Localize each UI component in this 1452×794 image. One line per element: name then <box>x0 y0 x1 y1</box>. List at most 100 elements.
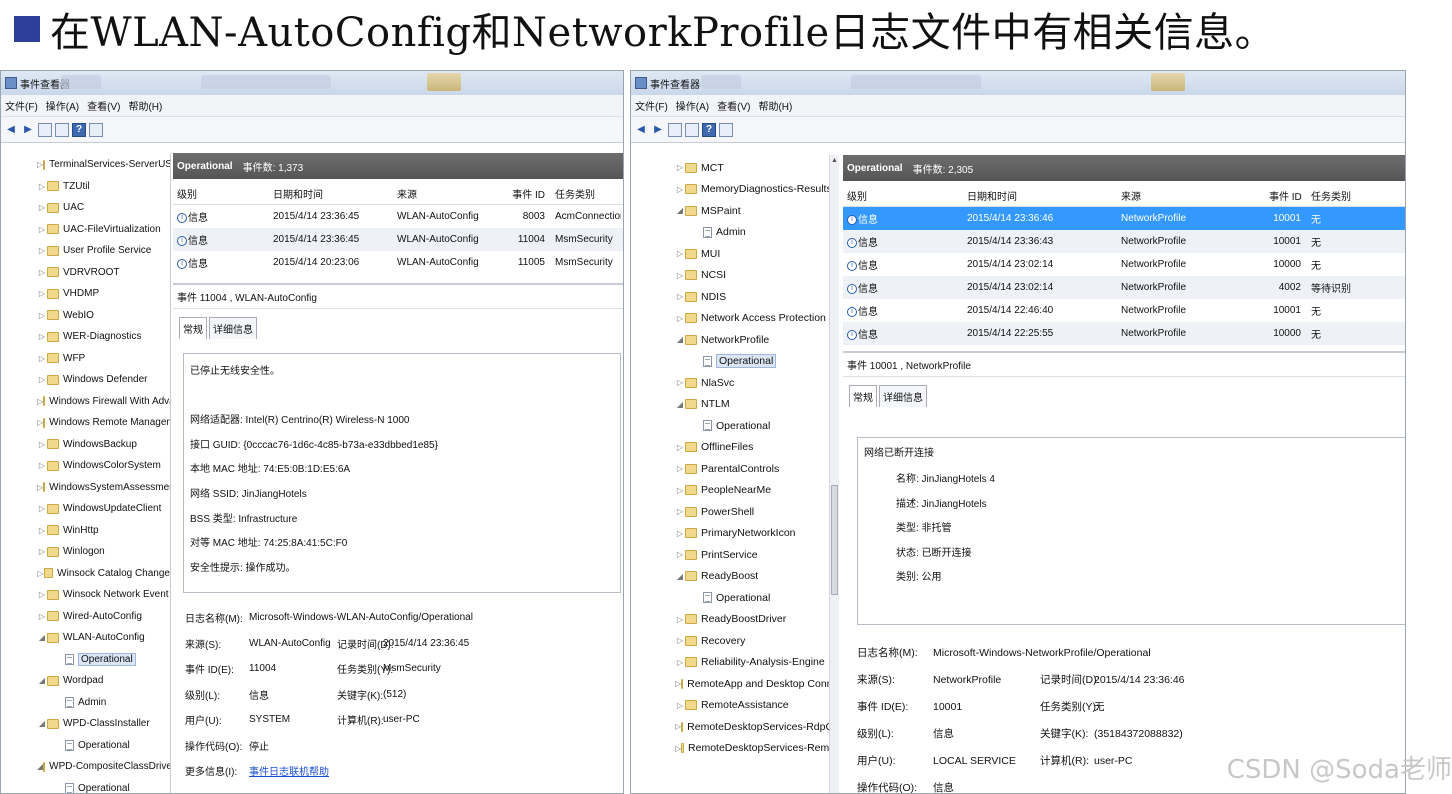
table-row[interactable]: i 信息 2015/4/14 23:36:43 NetworkProfile 10001… <box>843 230 1405 253</box>
column-header[interactable]: 任务类别 <box>551 186 621 201</box>
tree-folder-item[interactable]: ▷ PrintService <box>675 544 838 566</box>
tree-folder-item[interactable]: ◢ Wordpad <box>1 670 170 692</box>
collapsed-caret-icon[interactable]: ▷ <box>37 311 47 320</box>
tree-folder-item[interactable]: ▷ WinHttp <box>1 520 170 542</box>
menu-action[interactable]: 操作(A) <box>46 98 79 113</box>
tree-folder-item[interactable]: ▷ MemoryDiagnostics-Results <box>675 179 838 201</box>
tree-folder-item[interactable]: ▷ WindowsUpdateClient <box>1 498 170 520</box>
table-row[interactable]: i 信息 2015/4/14 23:36:45 WLAN-AutoConfig 8003… <box>173 205 623 228</box>
tree-folder-item[interactable]: ▷ NCSI <box>675 265 838 287</box>
collapsed-caret-icon[interactable]: ▷ <box>675 464 685 473</box>
collapsed-caret-icon[interactable]: ▷ <box>37 203 47 212</box>
tree-folder-item[interactable]: ▷ WindowsColorSystem <box>1 455 170 477</box>
tree-folder-item[interactable]: ▷ RemoteApp and Desktop Conne <box>675 673 838 695</box>
tree-folder-item[interactable]: ▷ WindowsBackup <box>1 434 170 456</box>
tree-log-item[interactable]: Operational <box>1 649 170 671</box>
tab-details[interactable]: 详细信息 <box>209 317 257 339</box>
tree-folder-item[interactable]: ▷ Windows Defender <box>1 369 170 391</box>
table-row[interactable]: i 信息 2015/4/14 22:25:55 NetworkProfile 10000… <box>843 322 1405 345</box>
collapsed-caret-icon[interactable]: ▷ <box>675 314 685 323</box>
tree-folder-item[interactable]: ▷ TZUtil <box>1 176 170 198</box>
tree-folder-item[interactable]: ▷ User Profile Service <box>1 240 170 262</box>
table-row[interactable]: i 信息 2015/4/14 22:46:40 NetworkProfile 10001… <box>843 299 1405 322</box>
tree-folder-item[interactable]: ◢ MSPaint <box>675 200 838 222</box>
collapsed-caret-icon[interactable]: ▷ <box>675 636 685 645</box>
collapsed-caret-icon[interactable]: ▷ <box>675 701 685 710</box>
expanded-caret-icon[interactable]: ◢ <box>675 206 685 215</box>
tree-folder-item[interactable]: ▷ VDRVROOT <box>1 262 170 284</box>
table-row[interactable]: i 信息 2015/4/14 23:02:14 NetworkProfile 4002 等… <box>843 276 1405 299</box>
tree-folder-item[interactable]: ▷ RemoteDesktopServices-RdpCo <box>675 716 838 738</box>
collapsed-caret-icon[interactable]: ▷ <box>675 486 685 495</box>
collapsed-caret-icon[interactable]: ▷ <box>675 249 685 258</box>
collapsed-caret-icon[interactable]: ▷ <box>37 440 47 449</box>
tree-folder-item[interactable]: ▷ Winlogon <box>1 541 170 563</box>
open-folder-icon[interactable] <box>38 122 52 137</box>
tree-folder-item[interactable]: ◢ WLAN-AutoConfig <box>1 627 170 649</box>
collapsed-caret-icon[interactable]: ▷ <box>37 354 47 363</box>
tab-general[interactable]: 常规 <box>849 385 877 407</box>
tree-folder-item[interactable]: ▷ VHDMP <box>1 283 170 305</box>
tree-folder-item[interactable]: ▷ Reliability-Analysis-Engine <box>675 652 838 674</box>
tree-folder-item[interactable]: ▷ RemoteDesktopServices-Remot <box>675 738 838 760</box>
forward-arrow-icon[interactable]: ▶ <box>651 123 665 137</box>
collapsed-caret-icon[interactable]: ▷ <box>37 182 47 191</box>
collapsed-caret-icon[interactable]: ▷ <box>37 375 47 384</box>
help-icon[interactable]: ? <box>72 122 86 137</box>
show-hide-pane-icon[interactable] <box>719 122 733 137</box>
tree-folder-item[interactable]: ▷ WebIO <box>1 305 170 327</box>
collapsed-caret-icon[interactable]: ▷ <box>37 225 47 234</box>
tree-folder-item[interactable]: ▷ ParentalControls <box>675 458 838 480</box>
expanded-caret-icon[interactable]: ◢ <box>675 335 685 344</box>
column-header[interactable]: 级别 <box>173 186 269 201</box>
tree-folder-item[interactable]: ▷ PrimaryNetworkIcon <box>675 523 838 545</box>
tree-folder-item[interactable]: ▷ PowerShell <box>675 501 838 523</box>
collapsed-caret-icon[interactable]: ▷ <box>37 246 47 255</box>
menu-help[interactable]: 帮助(H) <box>128 98 162 113</box>
expanded-caret-icon[interactable]: ◢ <box>675 572 685 581</box>
collapsed-caret-icon[interactable]: ▷ <box>37 332 47 341</box>
tree-log-item[interactable]: Operational <box>1 778 170 793</box>
collapsed-caret-icon[interactable]: ▷ <box>37 289 47 298</box>
tree-folder-item[interactable]: ▷ WER-Diagnostics <box>1 326 170 348</box>
tree-folder-item[interactable]: ▷ Winsock Catalog Change <box>1 563 170 585</box>
tree-log-item[interactable]: Operational <box>675 415 838 437</box>
tree-folder-item[interactable]: ◢ NetworkProfile <box>675 329 838 351</box>
tree-folder-item[interactable]: ▷ Winsock Network Event <box>1 584 170 606</box>
collapsed-caret-icon[interactable]: ▷ <box>37 461 47 470</box>
show-hide-pane-icon[interactable] <box>89 122 103 137</box>
tree-folder-item[interactable]: ▷ NDIS <box>675 286 838 308</box>
collapsed-caret-icon[interactable]: ▷ <box>675 443 685 452</box>
collapsed-caret-icon[interactable]: ▷ <box>675 292 685 301</box>
more-info-link[interactable]: 事件日志联机帮助 <box>249 763 329 778</box>
expanded-caret-icon[interactable]: ◢ <box>37 719 47 728</box>
properties-icon[interactable] <box>55 122 69 137</box>
open-folder-icon[interactable] <box>668 122 682 137</box>
column-header[interactable]: 日期和时间 <box>269 186 393 201</box>
back-arrow-icon[interactable]: ◀ <box>634 123 648 137</box>
collapsed-caret-icon[interactable]: ▷ <box>675 507 685 516</box>
collapsed-caret-icon[interactable]: ▷ <box>37 504 47 513</box>
column-header[interactable]: 级别 <box>843 188 963 203</box>
table-row[interactable]: i 信息 2015/4/14 23:36:45 WLAN-AutoConfig 1100… <box>173 228 623 251</box>
menu-view[interactable]: 查看(V) <box>717 98 750 113</box>
collapsed-caret-icon[interactable]: ▷ <box>37 569 44 578</box>
collapsed-caret-icon[interactable]: ▷ <box>37 268 47 277</box>
column-header[interactable]: 来源 <box>1117 188 1265 203</box>
table-row[interactable]: i 信息 2015/4/14 23:02:14 NetworkProfile 10000… <box>843 253 1405 276</box>
tree-folder-item[interactable]: ◢ WPD-CompositeClassDriver <box>1 756 170 778</box>
table-row[interactable]: i 信息 2015/4/14 23:36:46 NetworkProfile 10001… <box>843 207 1405 230</box>
event-message-box[interactable]: 已停止无线安全性。 网络适配器: Intel(R) Centrino(R) Wir… <box>183 353 621 593</box>
tree-folder-item[interactable]: ▷ WFP <box>1 348 170 370</box>
title-bar[interactable]: 事件查看器 <box>1 71 623 95</box>
tab-details[interactable]: 详细信息 <box>879 385 927 407</box>
tree-folder-item[interactable]: ▷WindowsSystemAssessmentToo <box>1 477 170 499</box>
tree-folder-item[interactable]: ▷ MCT <box>675 157 838 179</box>
title-bar[interactable]: 事件查看器 <box>631 71 1405 95</box>
column-header[interactable]: 事件 ID <box>503 186 551 201</box>
help-icon[interactable]: ? <box>702 122 716 137</box>
tree-folder-item[interactable]: ▷ PeopleNearMe <box>675 480 838 502</box>
collapsed-caret-icon[interactable]: ▷ <box>675 185 685 194</box>
expanded-caret-icon[interactable]: ◢ <box>675 400 685 409</box>
collapsed-caret-icon[interactable]: ▷ <box>675 378 685 387</box>
